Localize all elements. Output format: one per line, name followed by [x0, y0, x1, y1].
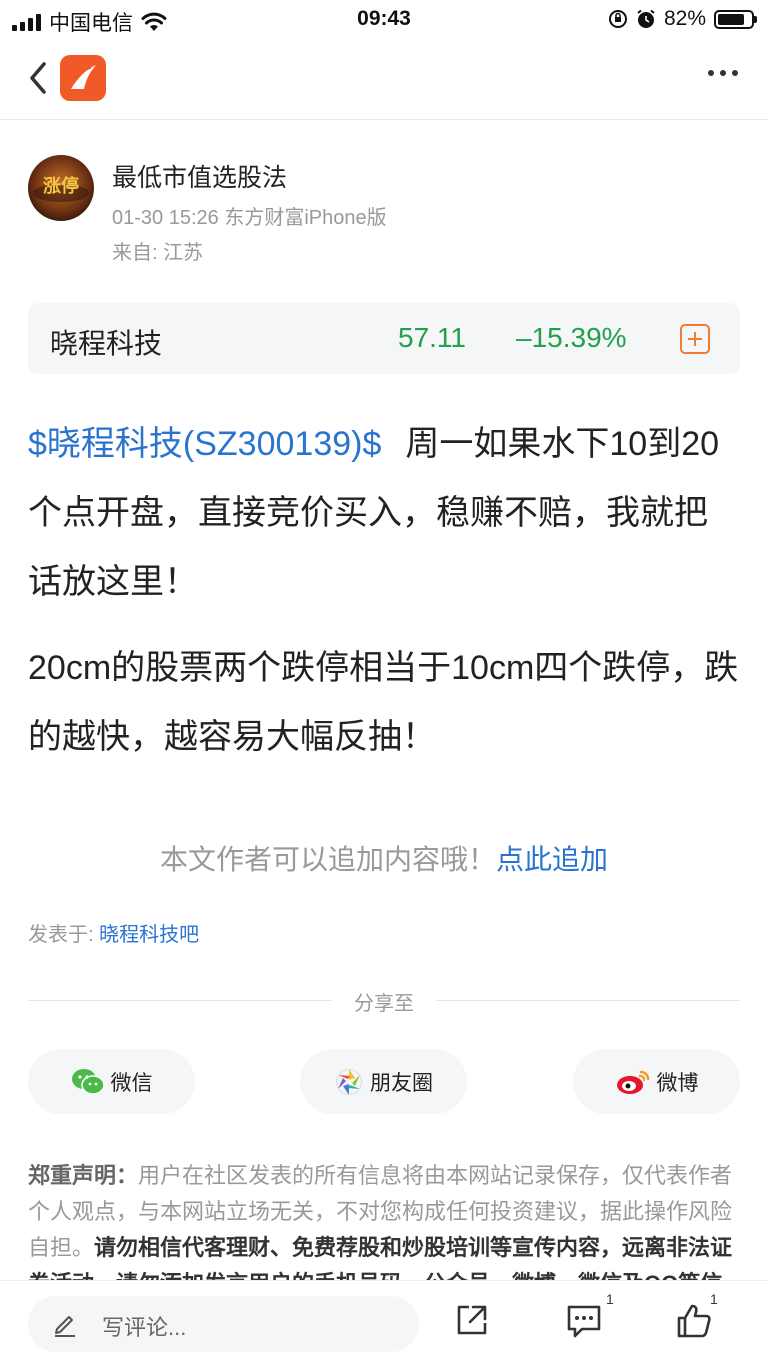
comment-count-badge: 1 — [606, 1291, 614, 1307]
more-options-icon[interactable] — [708, 70, 738, 76]
stock-change: –15.39% — [516, 322, 627, 353]
app-logo-icon — [60, 55, 106, 101]
post-paragraph: $晓程科技(SZ300139)$ 周一如果水下10到20个点开盘，直接竞价买入，稳… — [28, 410, 740, 617]
share-wechat-label: 微信 — [110, 1071, 153, 1095]
forum-link[interactable]: 晓程科技吧 — [99, 924, 199, 946]
posted-label: 发表于: — [28, 924, 100, 946]
wechat-icon — [71, 1068, 105, 1095]
alarm-icon — [637, 9, 655, 28]
like-thumb-icon[interactable] — [676, 1303, 712, 1339]
append-text: 本文作者可以追加内容哦！ — [159, 844, 496, 875]
disclaimer-label: 郑重声明： — [28, 1163, 139, 1188]
like-count-badge: 1 — [710, 1291, 718, 1307]
stock-name: 晓程科技 — [50, 328, 163, 359]
disclaimer: 郑重声明：用户在社区发表的所有信息将由本网站记录保存，仅代表作者个人观点，与本网… — [28, 1158, 740, 1280]
stock-mention-link[interactable]: $晓程科技(SZ300139)$ — [28, 425, 381, 463]
nav-bar — [0, 40, 768, 120]
share-weibo-label: 微博 — [656, 1071, 699, 1095]
back-arrow-icon[interactable] — [24, 58, 54, 98]
bottom-action-bar: 写评论... 1 1 — [0, 1280, 768, 1366]
comment-placeholder: 写评论... — [102, 1315, 187, 1340]
avatar[interactable]: 涨停 — [28, 155, 94, 221]
author-name[interactable]: 最低市值选股法 — [112, 158, 287, 194]
battery-percent: 82% — [663, 7, 706, 30]
rotation-lock-icon — [608, 10, 627, 28]
svg-text:涨停: 涨停 — [43, 175, 79, 197]
share-wechat-button[interactable]: 微信 — [28, 1049, 195, 1114]
share-moments-button[interactable]: 朋友圈 — [300, 1049, 467, 1114]
comment-icon[interactable] — [566, 1303, 602, 1339]
battery-icon — [714, 9, 757, 29]
divider — [436, 1000, 740, 1001]
share-icon[interactable] — [455, 1303, 489, 1337]
status-bar: 中国电信 09:43 82% — [0, 0, 768, 40]
disclaimer-warning: 请勿相信代客理财、免费荐股和炒股培训等宣传内容，远离非法证券活动。请勿添加发言用… — [28, 1235, 733, 1280]
share-title: 分享至 — [354, 993, 414, 1015]
status-right: 82% — [608, 7, 757, 31]
posted-in: 发表于: 晓程科技吧 — [28, 918, 199, 947]
post-meta: 01-30 15:26 东方财富iPhone版 — [112, 207, 387, 229]
pencil-icon — [55, 1316, 75, 1337]
comment-input[interactable]: 写评论... — [28, 1296, 419, 1352]
moments-icon — [336, 1068, 362, 1095]
post-paragraph: 20cm的股票两个跌停相当于10cm四个跌停，跌的越快，越容易大幅反抽！ — [28, 649, 739, 756]
add-watchlist-button[interactable] — [680, 324, 710, 354]
share-weibo-button[interactable]: 微博 — [573, 1049, 740, 1114]
stock-price: 57.11 — [398, 322, 466, 353]
weibo-icon — [616, 1070, 649, 1094]
share-moments-label: 朋友圈 — [370, 1071, 433, 1095]
stock-card[interactable]: 晓程科技 57.11 –15.39% — [28, 303, 740, 374]
append-link[interactable]: 点此追加 — [496, 844, 608, 875]
append-prompt: 本文作者可以追加内容哦！点此追加 — [0, 838, 768, 878]
post-origin: 来自: 江苏 — [112, 242, 204, 264]
